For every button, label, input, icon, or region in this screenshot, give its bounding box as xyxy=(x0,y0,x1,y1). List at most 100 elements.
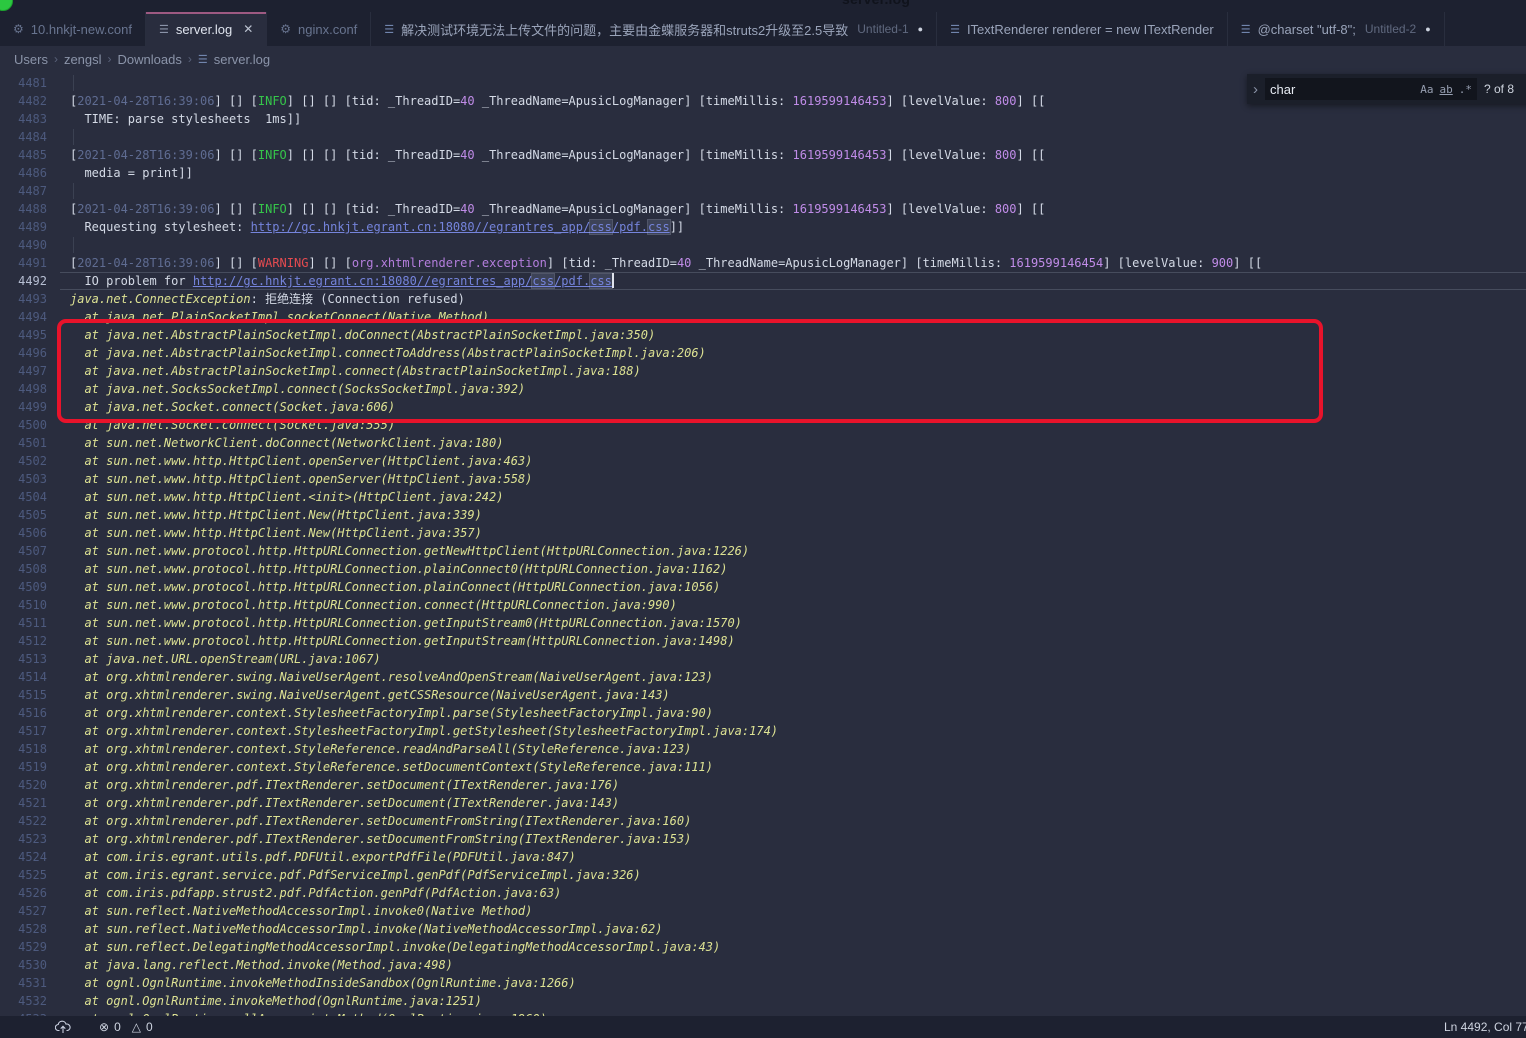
log-line-4531[interactable]: 4531 at ognl.OgnlRuntime.invokeMethodIns… xyxy=(0,974,1526,992)
line-content: at sun.net.NetworkClient.doConnect(Netwo… xyxy=(70,434,503,452)
log-line-4511[interactable]: 4511 at sun.net.www.protocol.http.HttpUR… xyxy=(0,614,1526,632)
regex-icon[interactable]: .* xyxy=(1459,83,1472,96)
unsaved-dot-icon[interactable]: ● xyxy=(1425,24,1430,34)
publish-button[interactable] xyxy=(55,1020,71,1034)
log-line-4519[interactable]: 4519 at org.xhtmlrenderer.context.StyleR… xyxy=(0,758,1526,776)
log-line-4518[interactable]: 4518 at org.xhtmlrenderer.context.StyleR… xyxy=(0,740,1526,758)
breadcrumb-item[interactable]: Downloads xyxy=(118,52,182,67)
line-content: at com.iris.egrant.utils.pdf.PDFUtil.exp… xyxy=(70,848,576,866)
line-number: 4499 xyxy=(0,398,47,416)
log-line-4502[interactable]: 4502 at sun.net.www.http.HttpClient.open… xyxy=(0,452,1526,470)
log-line-4514[interactable]: 4514 at org.xhtmlrenderer.swing.NaiveUse… xyxy=(0,668,1526,686)
log-line-4515[interactable]: 4515 at org.xhtmlrenderer.swing.NaiveUse… xyxy=(0,686,1526,704)
log-line-4495[interactable]: 4495 at java.net.AbstractPlainSocketImpl… xyxy=(0,326,1526,344)
breadcrumb-file-name: server.log xyxy=(214,52,270,67)
log-line-4512[interactable]: 4512 at sun.net.www.protocol.http.HttpUR… xyxy=(0,632,1526,650)
log-line-4525[interactable]: 4525 at com.iris.egrant.service.pdf.PdfS… xyxy=(0,866,1526,884)
log-line-4486[interactable]: 4486 media = print]] xyxy=(0,164,1526,182)
line-content: at org.xhtmlrenderer.pdf.ITextRenderer.s… xyxy=(70,812,691,830)
find-input[interactable]: char Aa ab .* xyxy=(1265,78,1477,100)
log-line-4496[interactable]: 4496 at java.net.AbstractPlainSocketImpl… xyxy=(0,344,1526,362)
tab-server-log[interactable]: ☰server.log✕ xyxy=(146,12,267,46)
log-line-4503[interactable]: 4503 at sun.net.www.http.HttpClient.open… xyxy=(0,470,1526,488)
log-line-4488[interactable]: 4488[2021-04-28T16:39:06] [] [INFO] [] [… xyxy=(0,200,1526,218)
line-number: 4498 xyxy=(0,380,47,398)
line-number: 4506 xyxy=(0,524,47,542)
log-line-4491[interactable]: 4491[2021-04-28T16:39:06] [] [WARNING] [… xyxy=(0,254,1526,272)
log-line-4524[interactable]: 4524 at com.iris.egrant.utils.pdf.PDFUti… xyxy=(0,848,1526,866)
line-number: 4503 xyxy=(0,470,47,488)
find-widget: › char Aa ab .* ? of 8 xyxy=(1247,74,1526,104)
log-line-4529[interactable]: 4529 at sun.reflect.DelegatingMethodAcce… xyxy=(0,938,1526,956)
log-line-4490[interactable]: 4490 xyxy=(0,236,1526,254)
log-line-4499[interactable]: 4499 at java.net.Socket.connect(Socket.j… xyxy=(0,398,1526,416)
log-line-4510[interactable]: 4510 at sun.net.www.protocol.http.HttpUR… xyxy=(0,596,1526,614)
log-line-4505[interactable]: 4505 at sun.net.www.http.HttpClient.New(… xyxy=(0,506,1526,524)
line-number: 4517 xyxy=(0,722,47,740)
line-content: at ognl.OgnlRuntime.invokeMethod(OgnlRun… xyxy=(70,992,482,1010)
log-line-4507[interactable]: 4507 at sun.net.www.protocol.http.HttpUR… xyxy=(0,542,1526,560)
log-line-4485[interactable]: 4485[2021-04-28T16:39:06] [] [INFO] [] [… xyxy=(0,146,1526,164)
log-line-4501[interactable]: 4501 at sun.net.NetworkClient.doConnect(… xyxy=(0,434,1526,452)
line-number: 4523 xyxy=(0,830,47,848)
log-line-4506[interactable]: 4506 at sun.net.www.http.HttpClient.New(… xyxy=(0,524,1526,542)
log-line-4483[interactable]: 4483 TIME: parse stylesheets 1ms]] xyxy=(0,110,1526,128)
line-number: 4486 xyxy=(0,164,47,182)
line-content: at org.xhtmlrenderer.context.StylesheetF… xyxy=(70,722,778,740)
log-line-4517[interactable]: 4517 at org.xhtmlrenderer.context.Styles… xyxy=(0,722,1526,740)
line-number: 4532 xyxy=(0,992,47,1010)
log-line-4504[interactable]: 4504 at sun.net.www.http.HttpClient.<ini… xyxy=(0,488,1526,506)
breadcrumb-item[interactable]: Users xyxy=(14,52,48,67)
log-line-4498[interactable]: 4498 at java.net.SocksSocketImpl.connect… xyxy=(0,380,1526,398)
log-line-4526[interactable]: 4526 at com.iris.pdfapp.strust2.pdf.PdfA… xyxy=(0,884,1526,902)
log-line-4492[interactable]: 4492 IO problem for http://gc.hnkjt.egra… xyxy=(0,272,1526,290)
log-line-4522[interactable]: 4522 at org.xhtmlrenderer.pdf.ITextRende… xyxy=(0,812,1526,830)
log-line-4489[interactable]: 4489 Requesting stylesheet: http://gc.hn… xyxy=(0,218,1526,236)
cursor-position[interactable]: Ln 4492, Col 77 xyxy=(1444,1016,1526,1038)
log-line-4521[interactable]: 4521 at org.xhtmlrenderer.pdf.ITextRende… xyxy=(0,794,1526,812)
log-line-4520[interactable]: 4520 at org.xhtmlrenderer.pdf.ITextRende… xyxy=(0,776,1526,794)
log-line-4484[interactable]: 4484 xyxy=(0,128,1526,146)
find-query[interactable]: char xyxy=(1270,82,1414,97)
line-number: 4509 xyxy=(0,578,47,596)
log-line-4513[interactable]: 4513 at java.net.URL.openStream(URL.java… xyxy=(0,650,1526,668)
log-line-4509[interactable]: 4509 at sun.net.www.protocol.http.HttpUR… xyxy=(0,578,1526,596)
tab--charset-utf-8-[interactable]: ☰@charset "utf-8";Untitled-2● xyxy=(1228,12,1445,46)
tab-10-hnkjt-new-conf[interactable]: ⚙10.hnkjt-new.conf xyxy=(0,12,146,46)
breadcrumb-file[interactable]: ☰server.log xyxy=(198,52,270,67)
log-line-4493[interactable]: 4493java.net.ConnectException: 拒绝连接 (Con… xyxy=(0,290,1526,308)
tab-nginx-conf[interactable]: ⚙nginx.conf xyxy=(267,12,371,46)
line-content: at java.net.AbstractPlainSocketImpl.conn… xyxy=(70,362,641,380)
log-icon: ☰ xyxy=(1241,23,1251,36)
log-line-4523[interactable]: 4523 at org.xhtmlrenderer.pdf.ITextRende… xyxy=(0,830,1526,848)
log-line-4532[interactable]: 4532 at ognl.OgnlRuntime.invokeMethod(Og… xyxy=(0,992,1526,1010)
match-case-icon[interactable]: Aa xyxy=(1420,83,1433,96)
log-line-4508[interactable]: 4508 at sun.net.www.protocol.http.HttpUR… xyxy=(0,560,1526,578)
log-line-4494[interactable]: 4494 at java.net.PlainSocketImpl.socketC… xyxy=(0,308,1526,326)
whole-word-icon[interactable]: ab xyxy=(1440,83,1453,96)
problems-indicator[interactable]: ⊗ 0 △ 0 xyxy=(99,1020,153,1034)
tab-close-icon[interactable]: ✕ xyxy=(243,22,253,36)
gear-icon: ⚙ xyxy=(280,22,291,36)
log-editor[interactable]: 44814482[2021-04-28T16:39:06] [] [INFO] … xyxy=(0,72,1526,1016)
log-line-4516[interactable]: 4516 at org.xhtmlrenderer.context.Styles… xyxy=(0,704,1526,722)
line-content: at sun.reflect.NativeMethodAccessorImpl.… xyxy=(70,920,662,938)
log-line-4500[interactable]: 4500 at java.net.Socket.connect(Socket.j… xyxy=(0,416,1526,434)
chevron-right-icon: › xyxy=(54,52,58,66)
log-line-4487[interactable]: 4487 xyxy=(0,182,1526,200)
tab--struts2-2-5-[interactable]: ☰解决测试环境无法上传文件的问题，主要由金蝶服务器和struts2升级至2.5导… xyxy=(371,12,937,46)
log-line-4530[interactable]: 4530 at java.lang.reflect.Method.invoke(… xyxy=(0,956,1526,974)
status-bar: ⊗ 0 △ 0 Ln 4492, Col 77 xyxy=(0,1016,1526,1038)
toggle-replace-chevron-icon[interactable]: › xyxy=(1253,81,1258,98)
line-content: at ognl.OgnlRuntime.invokeMethodInsideSa… xyxy=(70,974,576,992)
line-content: at org.xhtmlrenderer.pdf.ITextRenderer.s… xyxy=(70,776,619,794)
line-number: 4495 xyxy=(0,326,47,344)
tab-itextrenderer-renderer-new-ite[interactable]: ☰ITextRenderer renderer = new ITextRende… xyxy=(937,12,1228,46)
tab-secondary-label: Untitled-2 xyxy=(1365,22,1416,36)
log-line-4528[interactable]: 4528 at sun.reflect.NativeMethodAccessor… xyxy=(0,920,1526,938)
breadcrumb-item[interactable]: zengsl xyxy=(64,52,102,67)
log-line-4497[interactable]: 4497 at java.net.AbstractPlainSocketImpl… xyxy=(0,362,1526,380)
log-line-4527[interactable]: 4527 at sun.reflect.NativeMethodAccessor… xyxy=(0,902,1526,920)
line-number: 4519 xyxy=(0,758,47,776)
unsaved-dot-icon[interactable]: ● xyxy=(918,24,923,34)
